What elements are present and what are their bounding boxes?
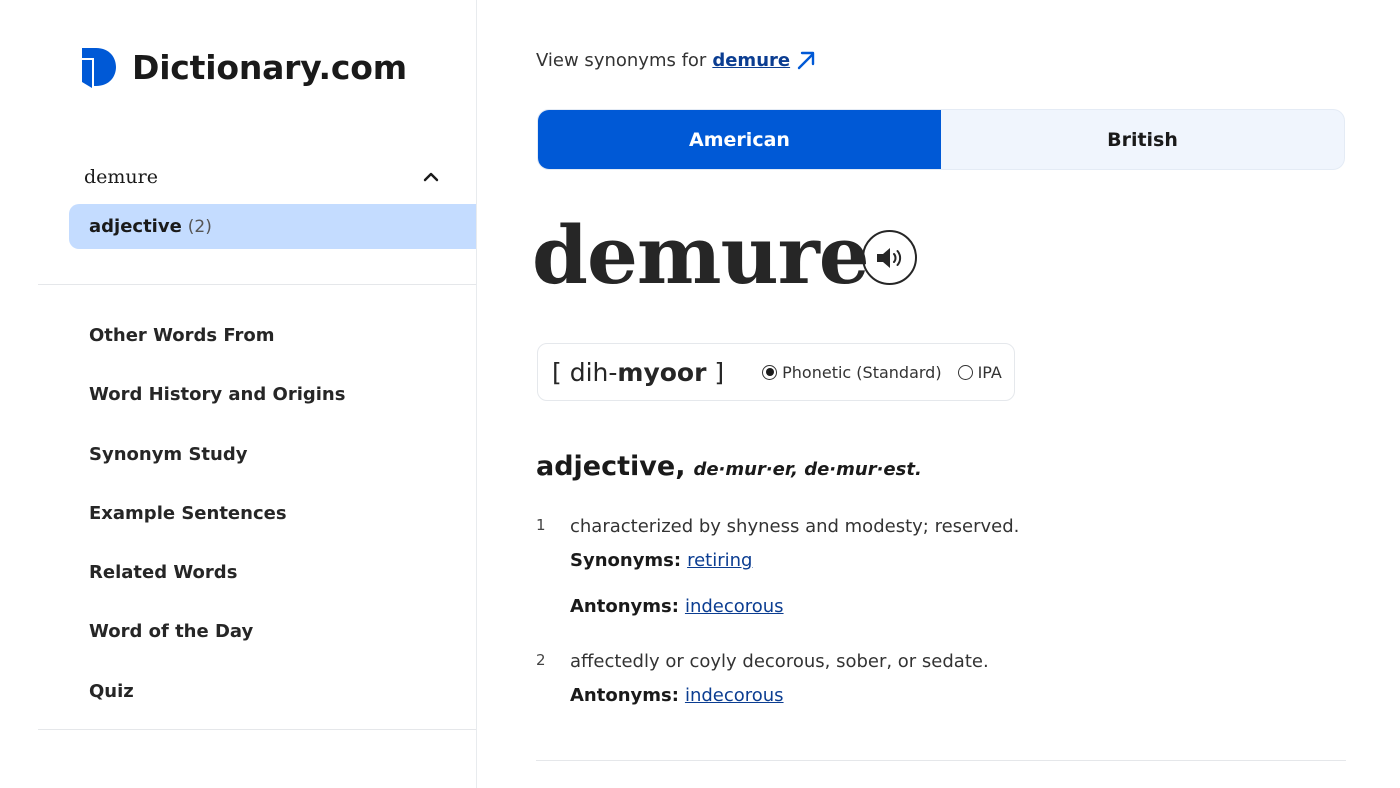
view-synonyms: View synonyms for demure bbox=[536, 48, 818, 72]
pos-title: adjective, bbox=[536, 451, 686, 482]
ipa-option[interactable]: IPA bbox=[957, 362, 1002, 382]
definition-text: affectedly or coyly decorous, sober, or … bbox=[570, 651, 989, 672]
nav-synonym-study[interactable]: Synonym Study bbox=[89, 441, 345, 500]
synonyms-link[interactable]: demure bbox=[712, 50, 790, 71]
dictionary-logo-icon bbox=[82, 48, 116, 88]
entry-toggle[interactable]: demure bbox=[84, 166, 440, 188]
view-synonyms-prefix: View synonyms for bbox=[536, 49, 707, 71]
antonym-link[interactable]: indecorous bbox=[685, 685, 784, 706]
radio-ipa[interactable] bbox=[957, 364, 973, 380]
inflections: de·mur·er, de·mur·est. bbox=[693, 459, 922, 480]
phonetic-label: Phonetic (Standard) bbox=[782, 362, 942, 382]
sidebar-item-label: adjective bbox=[89, 216, 182, 237]
speaker-icon bbox=[876, 247, 901, 268]
logo[interactable]: Dictionary.com bbox=[80, 46, 407, 88]
definition-number: 1 bbox=[536, 516, 546, 534]
section-nav: Other Words From Word History and Origin… bbox=[89, 322, 345, 737]
logo-text: Dictionary.com bbox=[132, 47, 407, 87]
antonyms-label: Antonyms: bbox=[570, 596, 679, 617]
pronunciation-box: [ dih-myoor ] Phonetic (Standard) IPA bbox=[537, 343, 1015, 401]
antonyms-label: Antonyms: bbox=[570, 685, 679, 706]
definition-text: characterized by shyness and modesty; re… bbox=[570, 516, 1020, 537]
part-of-speech: adjective, de·mur·er, de·mur·est. bbox=[536, 451, 922, 482]
divider bbox=[38, 284, 476, 285]
headword: demure bbox=[532, 208, 870, 302]
arrow-up-right-icon[interactable] bbox=[794, 48, 818, 72]
tab-american[interactable]: American bbox=[538, 110, 941, 169]
nav-word-of-the-day[interactable]: Word of the Day bbox=[89, 618, 345, 677]
definition-number: 2 bbox=[536, 651, 546, 669]
sidebar-item-count: (2) bbox=[187, 216, 212, 237]
antonym-link[interactable]: indecorous bbox=[685, 596, 784, 617]
sidebar: Dictionary.com demure adjective (2) Othe… bbox=[0, 0, 477, 788]
nav-other-words-from[interactable]: Other Words From bbox=[89, 322, 345, 381]
entry-word: demure bbox=[84, 166, 158, 188]
nav-example-sentences[interactable]: Example Sentences bbox=[89, 500, 345, 559]
divider bbox=[38, 729, 476, 730]
synonym-link[interactable]: retiring bbox=[687, 550, 752, 571]
pronunciation: [ dih-myoor ] bbox=[552, 357, 725, 387]
synonyms-row: Synonyms: retiring bbox=[570, 550, 752, 571]
audio-button[interactable] bbox=[862, 230, 917, 285]
chevron-up-icon[interactable] bbox=[422, 168, 440, 186]
ipa-label: IPA bbox=[977, 362, 1002, 382]
nav-word-history[interactable]: Word History and Origins bbox=[89, 381, 345, 440]
dialect-toggle: American British bbox=[537, 109, 1345, 170]
nav-related-words[interactable]: Related Words bbox=[89, 559, 345, 618]
antonyms-row: Antonyms: indecorous bbox=[570, 596, 784, 617]
tab-british[interactable]: British bbox=[941, 110, 1344, 169]
radio-phonetic[interactable] bbox=[762, 364, 778, 380]
synonyms-label: Synonyms: bbox=[570, 550, 682, 571]
antonyms-row: Antonyms: indecorous bbox=[570, 685, 784, 706]
sidebar-item-adjective[interactable]: adjective (2) bbox=[69, 204, 476, 249]
phonetic-option[interactable]: Phonetic (Standard) bbox=[762, 362, 942, 382]
divider bbox=[536, 760, 1346, 761]
